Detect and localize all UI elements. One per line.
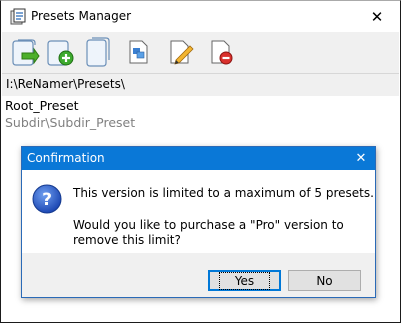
no-button[interactable]: No xyxy=(288,270,361,291)
confirmation-dialog: Confirmation ✕ ? This version is limited… xyxy=(21,146,376,298)
rename-preset-button[interactable] xyxy=(122,34,156,70)
yes-button-label: Yes xyxy=(218,271,271,290)
delete-icon xyxy=(211,40,233,65)
presets-icon xyxy=(86,37,110,67)
list-item[interactable]: Subdir\Subdir_Preset xyxy=(5,115,135,130)
window-title: Presets Manager xyxy=(31,9,132,23)
presets-button[interactable] xyxy=(80,34,114,70)
edit-preset-button[interactable] xyxy=(163,34,197,70)
no-button-label: No xyxy=(316,273,333,288)
dialog-title: Confirmation xyxy=(27,151,105,165)
app-icon xyxy=(10,8,26,25)
close-icon: ✕ xyxy=(370,7,384,26)
path-bar: I:\ReNamer\Presets\ xyxy=(2,73,399,97)
edit-icon xyxy=(170,40,194,65)
message-line-1: This version is limited to a maximum of … xyxy=(73,186,374,200)
message-line-2: Would you like to purchase a "Pro" versi… xyxy=(73,218,344,247)
question-icon: ? xyxy=(32,184,62,214)
close-window-button[interactable]: ✕ xyxy=(355,1,399,32)
delete-preset-button[interactable] xyxy=(204,34,238,70)
add-preset-icon xyxy=(47,40,74,66)
title-bar[interactable]: Presets Manager ✕ xyxy=(1,1,400,32)
current-path: I:\ReNamer\Presets\ xyxy=(6,77,125,91)
add-preset-button[interactable] xyxy=(42,34,76,70)
yes-button[interactable]: Yes xyxy=(208,270,281,291)
dialog-body: ? This version is limited to a maximum o… xyxy=(22,170,375,253)
load-preset-button[interactable] xyxy=(7,34,41,70)
dialog-close-button[interactable]: ✕ xyxy=(351,149,371,168)
toolbar xyxy=(2,32,399,73)
close-icon: ✕ xyxy=(355,151,367,166)
svg-text:?: ? xyxy=(42,190,52,210)
load-preset-icon xyxy=(12,39,40,66)
rename-icon xyxy=(129,40,148,64)
dialog-footer: Yes No xyxy=(22,253,375,297)
dialog-title-bar[interactable]: Confirmation ✕ xyxy=(22,147,375,170)
list-item[interactable]: Root_Preset xyxy=(5,98,79,113)
